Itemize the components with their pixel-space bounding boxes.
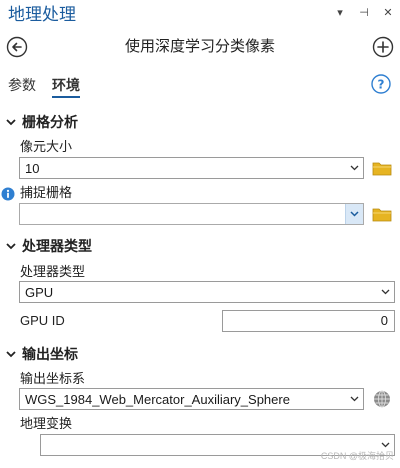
tool-title: 使用深度学习分类像素 [124,38,275,55]
gpu-id-input[interactable]: 0 [222,310,395,332]
section-title: 输出坐标 [22,346,78,362]
chevron-down-icon [6,243,16,250]
chevron-down-icon[interactable] [345,389,363,409]
section-processor-type[interactable]: 处理器类型 [6,236,92,256]
plus-circle-icon [372,36,394,58]
folder-icon[interactable] [372,206,392,222]
tab-parameters[interactable]: 参数 [8,76,36,98]
tab-environments[interactable]: 环境 [52,76,80,98]
dropdown-menu-icon[interactable]: ▾ [334,6,346,20]
gpu-id-label: GPU ID [20,313,65,328]
window-controls: ▾ ⊣ ✕ [334,6,394,20]
snap-raster-label: 捕捉栅格 [20,185,73,200]
chevron-down-icon[interactable] [345,158,363,178]
info-icon[interactable] [1,187,15,201]
cell-size-combo[interactable]: 10 [19,157,364,179]
snap-raster-combo[interactable] [19,203,364,225]
close-icon[interactable]: ✕ [382,6,394,20]
output-coordinate-system-combo[interactable]: WGS_1984_Web_Mercator_Auxiliary_Sphere [19,388,364,410]
processor-type-value: GPU [25,284,54,300]
section-raster-analysis[interactable]: 栅格分析 [6,112,78,132]
output-coordinate-system-value: WGS_1984_Web_Mercator_Auxiliary_Sphere [25,391,290,407]
processor-type-combo[interactable]: GPU [19,281,395,303]
help-icon: ? [371,74,391,94]
back-arrow-icon [6,36,28,58]
chevron-down-icon[interactable] [376,282,394,302]
globe-icon[interactable] [373,390,391,408]
cell-size-value: 10 [25,160,40,176]
chevron-down-icon [6,351,16,358]
back-button[interactable] [6,36,28,58]
geographic-transformation-label: 地理变换 [20,416,73,431]
folder-icon[interactable] [372,160,392,176]
tab-bar: 参数 环境 [8,76,80,98]
svg-text:?: ? [378,78,385,92]
pane-title: 地理处理 [8,5,76,24]
section-title: 处理器类型 [22,238,92,254]
help-button[interactable]: ? [371,74,391,94]
section-title: 栅格分析 [22,114,78,130]
watermark: CSDN @极海拾贝 [320,451,394,461]
chevron-down-icon [6,119,16,126]
chevron-down-icon[interactable] [345,204,363,224]
section-output-coordinates[interactable]: 输出坐标 [6,344,78,364]
add-button[interactable] [372,36,394,58]
processor-type-label: 处理器类型 [20,264,86,279]
pin-icon[interactable]: ⊣ [358,6,370,20]
output-coordinate-system-label: 输出坐标系 [20,371,86,386]
cell-size-label: 像元大小 [20,139,73,154]
